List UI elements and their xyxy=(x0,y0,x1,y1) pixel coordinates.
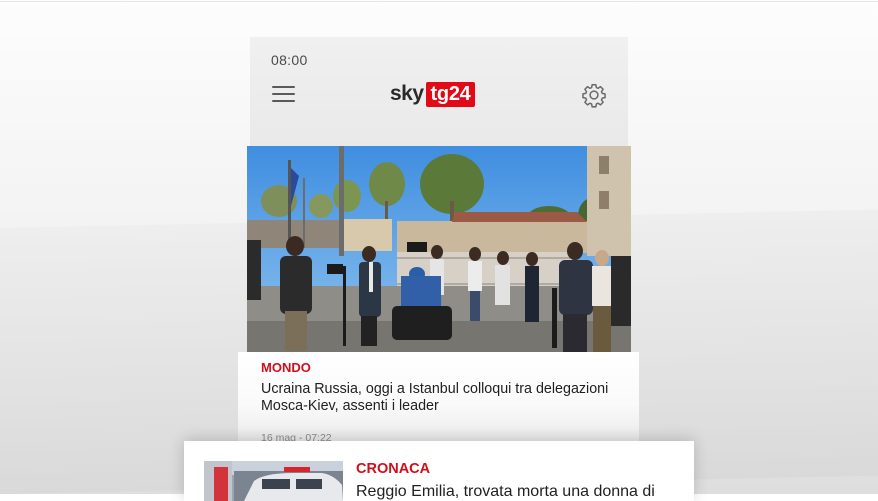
article-headline[interactable]: Ucraina Russia, oggi a Istanbul colloqui… xyxy=(261,381,631,415)
article-text[interactable]: MONDO Ucraina Russia, oggi a Istanbul co… xyxy=(238,352,639,446)
article-headline[interactable]: Reggio Emilia, trovata morta una donna d… xyxy=(356,483,655,501)
gear-icon[interactable] xyxy=(581,82,607,108)
app-header: 08:00 sky tg24 xyxy=(250,37,628,147)
article-thumbnail[interactable] xyxy=(204,461,343,501)
background-line xyxy=(0,1,878,2)
logo-sky-text: sky xyxy=(390,82,424,105)
article-photo[interactable] xyxy=(247,146,631,352)
article-card-main[interactable]: MONDO Ucraina Russia, oggi a Istanbul co… xyxy=(238,146,639,446)
status-time: 08:00 xyxy=(271,52,308,68)
article-category[interactable]: CRONACA xyxy=(356,461,430,477)
hamburger-menu-icon[interactable] xyxy=(272,86,296,103)
skytg24-logo[interactable]: sky tg24 xyxy=(390,81,476,107)
article-category[interactable]: MONDO xyxy=(261,360,311,375)
article-card-secondary[interactable]: CRONACA Reggio Emilia, trovata morta una… xyxy=(184,441,694,501)
logo-tg24-text: tg24 xyxy=(425,81,476,107)
